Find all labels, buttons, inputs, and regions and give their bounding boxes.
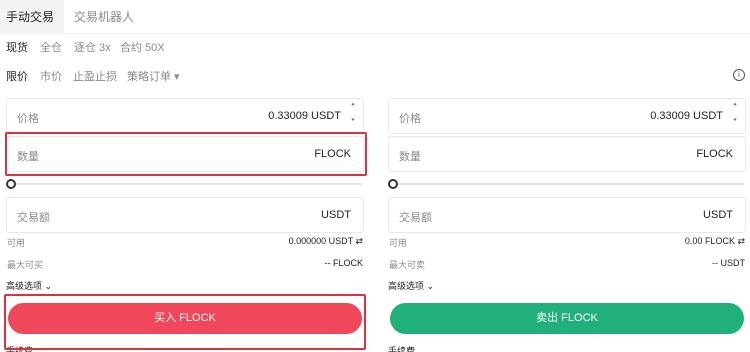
sell-max-label: 最大可卖: [389, 260, 426, 270]
sell-price-value: 0.33009 USDT: [650, 110, 723, 122]
buy-price-label: 价格: [17, 113, 39, 125]
buy-fee-label: 手续费: [6, 346, 34, 352]
sell-total-label: 交易额: [399, 212, 432, 224]
sell-available-label: 可用: [389, 238, 408, 248]
slider-track: [12, 183, 362, 185]
sell-total-field[interactable]: 交易额 USDT: [388, 197, 746, 233]
sell-total-unit: USDT: [703, 209, 733, 221]
buy-price-value: 0.33009 USDT: [268, 110, 341, 122]
order-type-tp-sl[interactable]: 止盈止损: [73, 68, 117, 84]
tab-trading-bot[interactable]: 交易机器人: [74, 0, 134, 34]
buy-total-field[interactable]: 交易额 USDT: [6, 197, 364, 233]
slider-track: [394, 183, 744, 185]
sell-price-field[interactable]: 价格 0.33009 USDT ˄ ˅: [388, 98, 746, 134]
buy-available-value[interactable]: 0.000000 USDT ⇄: [289, 236, 363, 247]
buy-max-label: 最大可买: [7, 260, 44, 270]
tab-manual-trading[interactable]: 手动交易: [0, 0, 65, 34]
chevron-up-icon[interactable]: ˄: [728, 102, 742, 116]
buy-advanced-options-toggle[interactable]: 高级选项 ⌄: [6, 279, 52, 292]
buy-total-label: 交易额: [17, 212, 50, 224]
order-type-limit[interactable]: 限价: [6, 68, 28, 84]
mode-spot[interactable]: 现货: [6, 39, 28, 55]
order-type-strategy-dropdown[interactable]: 策略订单 ▾: [127, 68, 180, 84]
slider-handle[interactable]: [388, 179, 398, 189]
buy-available-row: 可用 0.000000 USDT ⇄: [6, 236, 364, 250]
sell-advanced-options-toggle[interactable]: 高级选项 ⌄: [388, 279, 434, 292]
buy-price-field[interactable]: 价格 0.33009 USDT ˄ ˅: [6, 98, 364, 134]
sell-button[interactable]: 卖出 FLOCK: [390, 303, 744, 334]
sell-price-stepper: ˄ ˅: [728, 102, 742, 132]
buy-amount-slider[interactable]: [6, 179, 364, 189]
sell-fee-label: 手续费: [388, 346, 416, 352]
sell-max-value: -- USDT: [712, 258, 745, 268]
sell-price-label: 价格: [399, 113, 421, 125]
info-icon[interactable]: i: [733, 69, 745, 81]
chevron-up-icon[interactable]: ˄: [346, 102, 360, 116]
buy-available-label: 可用: [7, 238, 26, 248]
slider-handle[interactable]: [6, 179, 16, 189]
sell-available-value[interactable]: 0.00 FLOCK ⇄: [685, 236, 745, 247]
sell-quantity-unit: FLOCK: [696, 148, 733, 160]
chevron-down-icon[interactable]: ˅: [728, 117, 742, 131]
buy-max-value: -- FLOCK: [324, 258, 363, 268]
order-type-market[interactable]: 市价: [40, 68, 62, 84]
sell-quantity-field[interactable]: 数量 FLOCK: [388, 136, 746, 172]
mode-cross[interactable]: 全仓: [40, 39, 62, 55]
buy-button[interactable]: 买入 FLOCK: [8, 303, 362, 334]
buy-price-stepper: ˄ ˅: [346, 102, 360, 132]
top-tabs: 手动交易 交易机器人: [0, 0, 750, 34]
chevron-down-icon[interactable]: ˅: [346, 117, 360, 131]
mode-isolated[interactable]: 逐仓 3x: [74, 39, 111, 55]
buy-quantity-field[interactable]: 数量 FLOCK: [6, 136, 364, 172]
mode-futures[interactable]: 合约 50X: [120, 39, 165, 55]
buy-quantity-unit: FLOCK: [314, 148, 351, 160]
buy-total-unit: USDT: [321, 209, 351, 221]
buy-quantity-label: 数量: [17, 151, 39, 163]
sell-amount-slider[interactable]: [388, 179, 746, 189]
sell-quantity-label: 数量: [399, 151, 421, 163]
sell-max-row: 最大可卖 -- USDT: [388, 258, 746, 272]
sell-available-row: 可用 0.00 FLOCK ⇄: [388, 236, 746, 250]
buy-max-row: 最大可买 -- FLOCK: [6, 258, 364, 272]
